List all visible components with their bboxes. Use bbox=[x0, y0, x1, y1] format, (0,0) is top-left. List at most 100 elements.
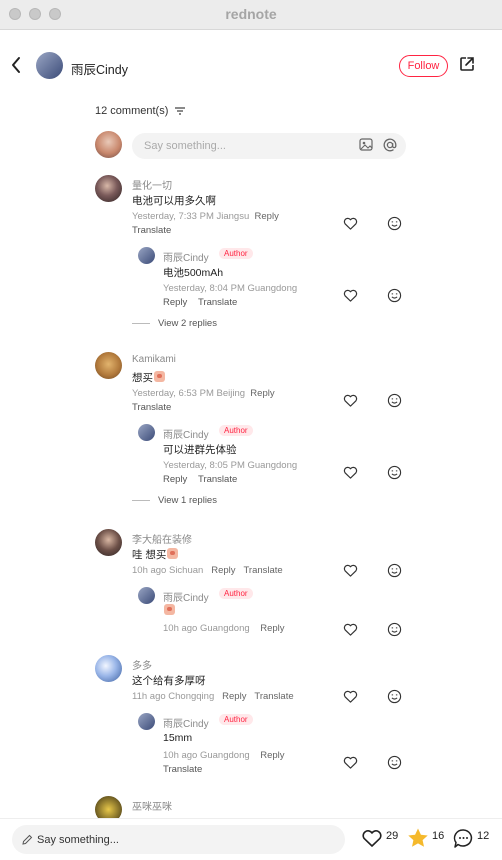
reply-time-location: 10h ago Guangdong bbox=[163, 623, 250, 634]
share-icon[interactable] bbox=[459, 56, 475, 72]
reply-link[interactable]: Reply bbox=[163, 474, 187, 485]
author-reply-avatar[interactable] bbox=[138, 713, 155, 730]
image-icon[interactable] bbox=[359, 138, 373, 151]
back-chevron-icon[interactable] bbox=[10, 56, 22, 74]
like-heart-icon[interactable] bbox=[343, 216, 358, 231]
my-avatar bbox=[95, 131, 122, 158]
like-heart-icon[interactable] bbox=[361, 828, 383, 848]
pencil-icon bbox=[22, 834, 33, 845]
comment-time-location: Yesterday, 6:53 PM Beijing bbox=[132, 388, 246, 399]
commenter-avatar[interactable] bbox=[95, 655, 122, 682]
translate-link[interactable]: Translate bbox=[163, 764, 202, 775]
translate-link[interactable]: Translate bbox=[254, 691, 293, 702]
emoji-sticker-icon bbox=[154, 371, 165, 382]
reaction-smile-icon[interactable] bbox=[387, 465, 402, 480]
window-titlebar: rednote bbox=[0, 0, 502, 30]
reply-author-name[interactable]: 雨辰Cindy bbox=[163, 249, 209, 264]
view-replies-link[interactable]: View 1 replies bbox=[132, 495, 217, 506]
reply-time-location: 10h ago Guangdong bbox=[163, 750, 250, 761]
reaction-smile-icon[interactable] bbox=[387, 288, 402, 303]
bottom-input-placeholder: Say something... bbox=[37, 834, 119, 846]
commenter-avatar[interactable] bbox=[95, 352, 122, 379]
reaction-smile-icon[interactable] bbox=[387, 393, 402, 408]
reaction-smile-icon[interactable] bbox=[387, 622, 402, 637]
comment-meta: Yesterday, 7:33 PM Jiangsu Reply bbox=[132, 211, 279, 222]
comment-meta: 11h ago Chongqing Reply Translate bbox=[132, 691, 294, 702]
author-avatar[interactable] bbox=[36, 52, 63, 79]
reaction-smile-icon[interactable] bbox=[387, 216, 402, 231]
follow-button[interactable]: Follow bbox=[399, 55, 448, 77]
reply-text: 可以进群先体验 bbox=[163, 444, 237, 456]
comment-text-content: 想买 bbox=[132, 372, 153, 384]
comment-bubble-icon[interactable] bbox=[453, 828, 474, 849]
like-heart-icon[interactable] bbox=[343, 689, 358, 704]
bottom-comment-input[interactable]: Say something... bbox=[12, 825, 345, 854]
commenter-avatar[interactable] bbox=[95, 529, 122, 556]
commenter-name[interactable]: 李大船在装修 bbox=[132, 531, 192, 546]
reply-link[interactable]: Reply bbox=[255, 211, 279, 222]
reaction-smile-icon[interactable] bbox=[387, 689, 402, 704]
author-reply-avatar[interactable] bbox=[138, 424, 155, 441]
author-badge: Author bbox=[219, 425, 253, 436]
comment-text: 电池可以用多久啊 bbox=[132, 195, 216, 207]
author-badge: Author bbox=[219, 588, 253, 599]
like-heart-icon[interactable] bbox=[343, 563, 358, 578]
like-heart-icon[interactable] bbox=[343, 465, 358, 480]
comment-text: 想买 bbox=[132, 370, 165, 385]
commenter-name[interactable]: 量化一切 bbox=[132, 177, 172, 192]
reaction-smile-icon[interactable] bbox=[387, 755, 402, 770]
reply-link[interactable]: Reply bbox=[222, 691, 246, 702]
mention-icon[interactable] bbox=[383, 138, 397, 152]
bottom-action-bar: Say something... 29 16 12 bbox=[0, 818, 502, 860]
reply-time-location: Yesterday, 8:05 PM Guangdong bbox=[163, 460, 298, 471]
comment-text: 哇 想买 bbox=[132, 547, 179, 562]
like-heart-icon[interactable] bbox=[343, 755, 358, 770]
reply-text bbox=[163, 604, 175, 617]
view-replies-divider bbox=[132, 322, 150, 324]
translate-link[interactable]: Translate bbox=[198, 474, 237, 485]
commenter-name[interactable]: Kamikami bbox=[132, 354, 176, 365]
translate-link[interactable]: Translate bbox=[132, 225, 171, 236]
like-heart-icon[interactable] bbox=[343, 288, 358, 303]
commenter-name[interactable]: 巫咪巫咪 bbox=[132, 798, 172, 813]
reply-link[interactable]: Reply bbox=[260, 750, 284, 761]
author-reply-avatar[interactable] bbox=[138, 587, 155, 604]
reply-link[interactable]: Reply bbox=[163, 297, 187, 308]
reply-text: 电池500mAh bbox=[163, 267, 224, 279]
window-title: rednote bbox=[225, 6, 277, 22]
reply-text: 15mm bbox=[163, 732, 193, 744]
reply-link[interactable]: Reply bbox=[211, 565, 235, 576]
comment-text: 这个给有多厚呀 bbox=[132, 675, 206, 687]
reply-meta: 10h ago Guangdong Reply bbox=[163, 623, 285, 634]
commenter-name[interactable]: 多多 bbox=[132, 657, 152, 672]
collects-count: 16 bbox=[432, 830, 445, 842]
reply-author-name[interactable]: 雨辰Cindy bbox=[163, 426, 209, 441]
author-reply-avatar[interactable] bbox=[138, 247, 155, 264]
translate-link[interactable]: Translate bbox=[243, 565, 282, 576]
author-badge: Author bbox=[219, 714, 253, 725]
like-heart-icon[interactable] bbox=[343, 622, 358, 637]
likes-count: 29 bbox=[386, 830, 399, 842]
emoji-sticker-icon bbox=[167, 548, 179, 559]
author-name[interactable]: 雨辰Cindy bbox=[71, 59, 128, 78]
reaction-smile-icon[interactable] bbox=[387, 563, 402, 578]
sort-icon[interactable] bbox=[175, 107, 185, 115]
comment-input-placeholder: Say something... bbox=[144, 140, 226, 152]
collect-star-icon[interactable] bbox=[407, 827, 429, 849]
translate-link[interactable]: Translate bbox=[132, 402, 171, 413]
comment-meta: Yesterday, 6:53 PM Beijing Reply bbox=[132, 388, 275, 399]
reply-author-name[interactable]: 雨辰Cindy bbox=[163, 589, 209, 604]
reply-time-location: Yesterday, 8:04 PM Guangdong bbox=[163, 283, 298, 294]
reply-link[interactable]: Reply bbox=[250, 388, 274, 399]
view-replies-label: View 1 replies bbox=[158, 495, 217, 506]
like-heart-icon[interactable] bbox=[343, 393, 358, 408]
reply-link[interactable]: Reply bbox=[260, 623, 284, 634]
reply-author-name[interactable]: 雨辰Cindy bbox=[163, 715, 209, 730]
view-replies-link[interactable]: View 2 replies bbox=[132, 318, 217, 329]
comment-time-location: 11h ago Chongqing bbox=[132, 691, 215, 702]
comments-count: 12 bbox=[477, 830, 490, 842]
translate-link[interactable]: Translate bbox=[198, 297, 237, 308]
emoji-sticker-icon bbox=[164, 604, 175, 615]
comment-time-location: Yesterday, 7:33 PM Jiangsu bbox=[132, 211, 250, 222]
commenter-avatar[interactable] bbox=[95, 175, 122, 202]
